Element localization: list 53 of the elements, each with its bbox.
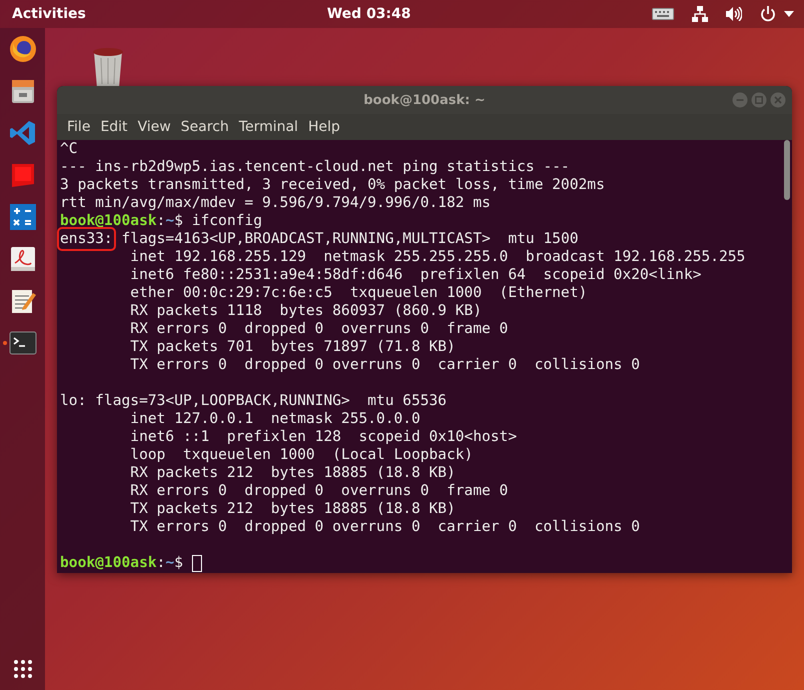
terminal-line: TX errors 0 dropped 0 overruns 0 carrier 0 collisions 0 bbox=[129, 518, 640, 536]
terminal-line: RX packets 212 bytes 18885 (18.8 KB) bbox=[129, 464, 456, 482]
text-cursor bbox=[192, 555, 202, 572]
scrollbar-thumb[interactable] bbox=[784, 140, 790, 200]
terminal-line: RX packets 1118 bytes 860937 (860.9 KB) bbox=[129, 302, 482, 320]
menu-item[interactable]: Terminal bbox=[234, 119, 304, 135]
terminal-line: loop txqueuelen 1000 (Local Loopback) bbox=[129, 446, 473, 464]
keyboard-icon[interactable] bbox=[652, 8, 674, 20]
volume-icon[interactable] bbox=[726, 7, 742, 21]
prompt-separator: : bbox=[156, 554, 166, 572]
terminal-line: inet6 ::1 prefixlen 128 scopeid 0x10<host> bbox=[129, 428, 517, 446]
calculator-icon[interactable] bbox=[8, 203, 36, 231]
terminal-line: TX packets 701 bytes 71897 (71.8 KB) bbox=[129, 338, 456, 356]
terminal-line: lo: flags=73<UP,LOOPBACK,RUNNING> mtu 65536 bbox=[60, 392, 447, 410]
terminal-line: inet6 fe80::2531:a9e4:58df:d646 prefixlen 64 scopeid 0x20<link> bbox=[129, 266, 702, 284]
terminal-line: RX errors 0 dropped 0 overruns 0 frame 0 bbox=[129, 320, 508, 338]
prompt-symbol: $ bbox=[174, 212, 184, 230]
prompt-user: book@100ask bbox=[60, 212, 157, 230]
terminal-line: TX errors 0 dropped 0 overruns 0 carrier 0 collisions 0 bbox=[129, 356, 640, 374]
terminal-line: --- ins-rb2d9wp5.ias.tencent-cloud.net ping statistics --- bbox=[60, 158, 570, 176]
caret-icon[interactable] bbox=[784, 11, 794, 17]
ribbon-icon[interactable] bbox=[8, 119, 36, 147]
terminal-line: rtt min/avg/max/mdev = 9.596/9.794/9.996/0.182 ms bbox=[60, 194, 491, 212]
terminal-icon[interactable] bbox=[8, 329, 36, 357]
terminal-line: flags=4163<UP,BROADCAST,RUNNING,MULTICAST> mtu 1500 bbox=[120, 230, 578, 248]
clock[interactable]: Wed 03:48 bbox=[326, 6, 411, 22]
menu-item[interactable]: Search bbox=[176, 119, 234, 135]
menu-item[interactable]: Help bbox=[303, 119, 345, 135]
highlighted-text: ens33: bbox=[60, 230, 113, 248]
menu-item[interactable]: Edit bbox=[95, 119, 133, 135]
document-icon[interactable] bbox=[8, 245, 36, 273]
terminal-line: TX packets 212 bytes 18885 (18.8 KB) bbox=[129, 500, 456, 518]
prompt-path: ~ bbox=[165, 554, 174, 572]
terminal-line: inet 192.168.255.129 netmask 255.255.255.0 broadcast 192.168.255.255 bbox=[129, 248, 746, 266]
menu-item[interactable]: View bbox=[132, 119, 176, 135]
activities-button[interactable]: Activities bbox=[12, 6, 86, 22]
fox-globe-icon[interactable] bbox=[8, 35, 36, 63]
network-icon[interactable] bbox=[692, 6, 708, 22]
app-grid-icon[interactable] bbox=[14, 660, 32, 678]
window-title: book@100ask: ~ bbox=[364, 92, 486, 108]
terminal-command: ifconfig bbox=[192, 212, 262, 230]
terminal-line: ether 00:0c:29:7c:6e:c5 txqueuelen 1000 (Ethernet) bbox=[129, 284, 588, 302]
terminal-line: RX errors 0 dropped 0 overruns 0 frame 0 bbox=[129, 482, 508, 500]
running-indicator bbox=[3, 341, 7, 345]
power-icon[interactable] bbox=[760, 6, 776, 22]
terminal-line: 3 packets transmitted, 3 received, 0% packet loss, time 2002ms bbox=[60, 176, 605, 194]
prompt-symbol: $ bbox=[174, 554, 184, 572]
prompt-separator: : bbox=[156, 212, 166, 230]
prompt-user: book@100ask bbox=[60, 554, 157, 572]
menu-item[interactable]: File bbox=[62, 119, 96, 135]
terminal-line: inet 127.0.0.1 netmask 255.0.0.0 bbox=[129, 410, 420, 428]
terminal-line: ^C bbox=[60, 140, 78, 158]
prompt-path: ~ bbox=[165, 212, 174, 230]
